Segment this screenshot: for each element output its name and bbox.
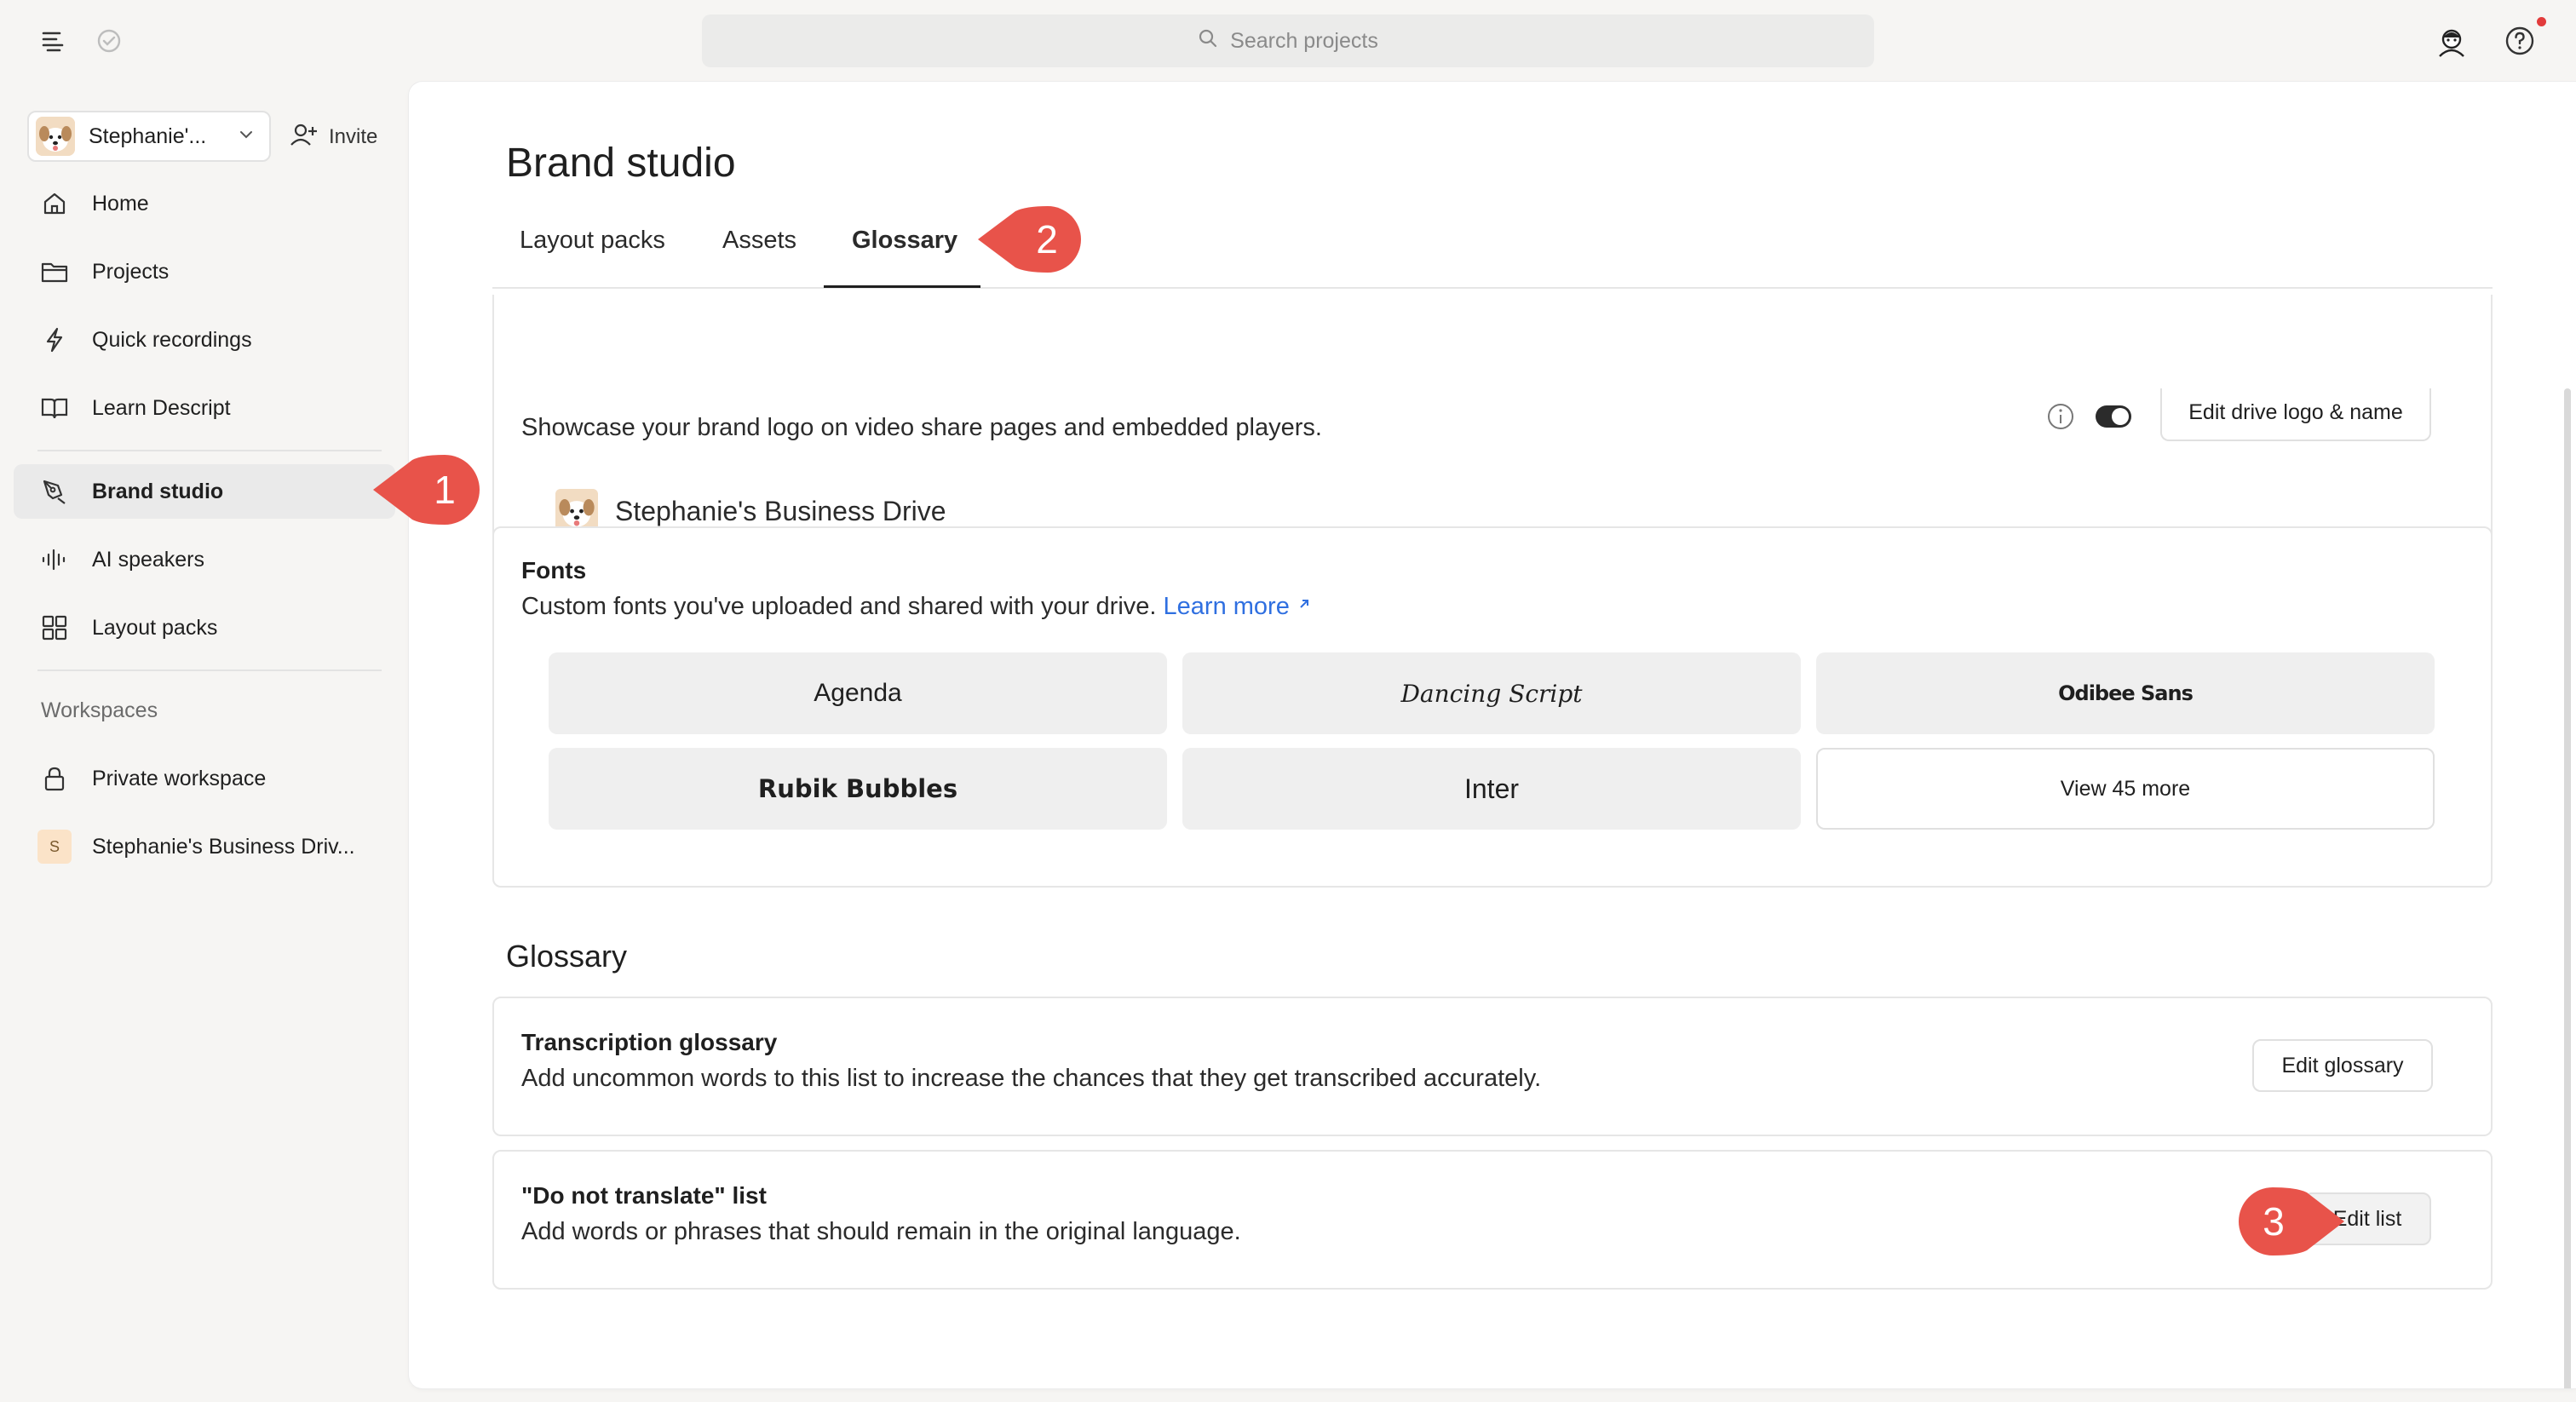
drive-display-name: Stephanie's Business Drive [615, 496, 946, 526]
edit-glossary-button[interactable]: Edit glossary [2252, 1039, 2433, 1092]
workspaces-heading: Workspaces [41, 698, 158, 722]
home-icon [37, 187, 72, 221]
add-user-icon [290, 122, 319, 153]
sidebar-item-label: Projects [92, 259, 170, 284]
glossary-heading: Glossary [506, 939, 628, 974]
sidebar-item-projects[interactable]: Projects [14, 244, 395, 299]
folder-icon [37, 255, 72, 289]
drive-logo-image [555, 489, 598, 531]
do-not-translate-title: "Do not translate" list [521, 1182, 767, 1209]
chevron-down-icon [239, 129, 254, 144]
sidebar-item-label: Brand studio [92, 479, 224, 503]
lock-icon [37, 761, 72, 796]
sidebar-divider [37, 669, 382, 671]
edit-drive-logo-button[interactable]: Edit drive logo & name [2160, 388, 2431, 441]
sidebar-item-home[interactable]: Home [14, 176, 395, 231]
learn-more-link[interactable]: Learn more [1164, 593, 1312, 620]
fonts-title: Fonts [521, 557, 587, 583]
fonts-description: Custom fonts you've uploaded and shared … [521, 593, 1312, 621]
sidebar-item-ai-speakers[interactable]: AI speakers [14, 532, 395, 587]
font-tile-agenda[interactable]: Agenda [549, 652, 1167, 734]
transcription-glossary-card: Transcription glossary Add uncommon word… [492, 997, 2493, 1136]
sidebar-item-brand-studio[interactable]: Brand studio [14, 464, 395, 519]
sidebar-item-label: Quick recordings [92, 327, 252, 352]
search-placeholder: Search projects [1230, 28, 1378, 53]
help-icon[interactable] [2503, 24, 2537, 58]
drive-avatar [36, 117, 75, 156]
sidebar-item-label: Learn Descript [92, 395, 231, 420]
sidebar-item-private-workspace[interactable]: Private workspace [14, 751, 395, 806]
search-icon [1198, 28, 1218, 55]
tab-assets[interactable]: Assets [722, 227, 796, 255]
book-icon [37, 391, 72, 425]
lightning-icon [37, 323, 72, 357]
page-title: Brand studio [506, 141, 736, 186]
sync-status-icon [94, 26, 124, 56]
tabs-divider [492, 287, 2493, 289]
sidebar-item-business-drive[interactable]: S Stephanie's Business Driv... [14, 819, 395, 874]
sidebar-item-layout-packs[interactable]: Layout packs [14, 600, 395, 655]
search-input[interactable]: Search projects [702, 14, 1874, 67]
menu-icon[interactable] [37, 26, 68, 56]
font-tile-rubik-bubbles[interactable]: Rubik Bubbles [549, 748, 1167, 830]
pen-tool-icon [37, 474, 72, 509]
drive-switcher[interactable]: Stephanie'... [27, 111, 271, 162]
active-tab-indicator [824, 285, 980, 288]
do-not-translate-card: "Do not translate" list Add words or phr… [492, 1150, 2493, 1290]
transcription-glossary-title: Transcription glossary [521, 1029, 778, 1055]
user-avatar-icon[interactable] [2433, 22, 2470, 60]
callout-1: 1 [371, 451, 484, 528]
sidebar-item-label: Layout packs [92, 615, 218, 640]
workspace-badge: S [37, 830, 72, 864]
callout-number: 3 [2263, 1199, 2285, 1244]
callout-3: 3 [2234, 1184, 2346, 1259]
callout-number: 2 [1036, 217, 1058, 261]
do-not-translate-description: Add words or phrases that should remain … [521, 1218, 1241, 1245]
sidebar-item-quick-recordings[interactable]: Quick recordings [14, 313, 395, 367]
sidebar-item-label: Private workspace [92, 766, 267, 790]
sidebar-item-label: Home [92, 191, 149, 215]
grid-icon [37, 611, 72, 645]
font-tile-inter[interactable]: Inter [1182, 748, 1801, 830]
scrollbar[interactable] [2564, 388, 2571, 1388]
font-tile-odibee-sans[interactable]: Odibee Sans [1816, 652, 2435, 734]
show-logo-toggle[interactable] [2096, 405, 2131, 428]
notification-dot [2537, 17, 2546, 26]
callout-number: 1 [434, 468, 456, 512]
waveform-icon [37, 543, 72, 577]
logo-card-description: Showcase your brand logo on video share … [521, 414, 1322, 441]
tab-layout-packs[interactable]: Layout packs [520, 227, 665, 255]
tab-glossary[interactable]: Glossary [852, 227, 957, 255]
callout-2: 2 [976, 203, 1085, 276]
drive-name: Stephanie'... [89, 124, 207, 148]
sidebar-item-learn-descript[interactable]: Learn Descript [14, 381, 395, 435]
fonts-card: Fonts Custom fonts you've uploaded and s… [492, 526, 2493, 888]
sidebar-divider [37, 450, 382, 451]
invite-label: Invite [329, 125, 378, 148]
font-tile-dancing-script[interactable]: Dancing Script [1182, 652, 1801, 734]
view-more-fonts-button[interactable]: View 45 more [1816, 748, 2435, 830]
sidebar-item-label: Stephanie's Business Driv... [92, 834, 355, 859]
invite-button[interactable]: Invite [290, 119, 377, 155]
sidebar-item-label: AI speakers [92, 547, 205, 572]
info-icon[interactable] [2046, 402, 2075, 431]
transcription-glossary-description: Add uncommon words to this list to incre… [521, 1065, 1542, 1092]
